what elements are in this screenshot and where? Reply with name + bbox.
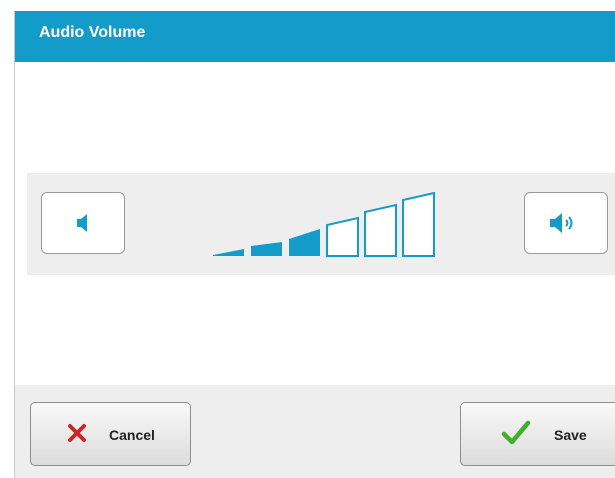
cancel-label: Cancel: [109, 427, 155, 443]
volume-down-button[interactable]: [41, 192, 125, 254]
dialog-title: Audio Volume: [39, 24, 146, 41]
volume-panel: [27, 173, 615, 275]
volume-bar-3: [289, 229, 320, 256]
audio-volume-dialog: Audio Volume Cancel Save: [14, 11, 615, 478]
volume-bar-2: [251, 242, 282, 256]
volume-bar-4: [326, 216, 359, 257]
volume-bar-5: [364, 203, 397, 257]
title-bar: Audio Volume: [15, 11, 615, 62]
cancel-button[interactable]: Cancel: [30, 402, 191, 466]
save-button[interactable]: Save: [460, 402, 615, 466]
save-label: Save: [554, 427, 587, 443]
close-icon: [68, 424, 86, 442]
speaker-loud-icon: [550, 213, 573, 233]
dialog-footer: Cancel Save: [15, 385, 615, 478]
speaker-icon: [77, 214, 87, 232]
volume-level-bars: [213, 192, 435, 257]
volume-up-button[interactable]: [524, 192, 608, 254]
volume-bar-1: [213, 249, 244, 256]
volume-bar-6: [402, 192, 435, 257]
checkmark-icon: [501, 420, 531, 445]
